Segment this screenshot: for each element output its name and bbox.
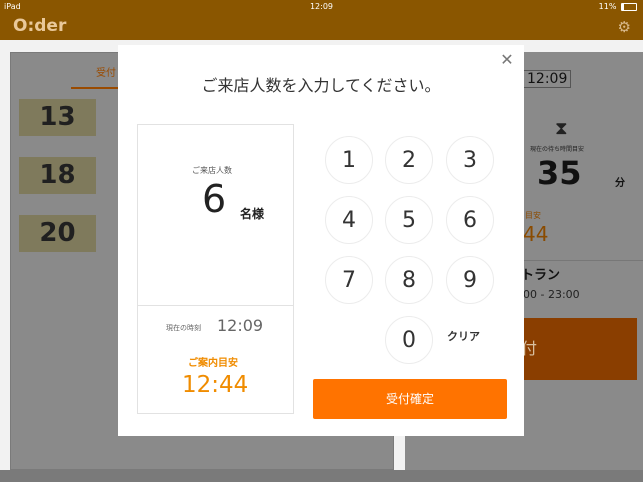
estimated-time-label: ご案内目安 [188,358,238,369]
close-button[interactable]: ✕ [498,51,516,69]
battery-icon [621,2,637,11]
keypad-key-1[interactable]: 1 [325,136,373,184]
app-screen: iPad 12:09 11% O:der ⚙ 受付 13 18 20 12:09… [0,0,643,482]
guide-value: 44 [523,222,549,246]
party-count-unit: 名様 [240,207,265,221]
divider [517,260,643,261]
battery-percent: 11% [598,2,617,11]
keypad-key-7[interactable]: 7 [325,256,373,304]
restaurant-name: トラン [521,268,561,283]
clear-button[interactable]: クリア [447,328,480,344]
keypad-key-6[interactable]: 6 [446,196,494,244]
status-time: 12:09 [309,2,334,11]
keypad-key-8[interactable]: 8 [385,256,433,304]
dialog-title: ご来店人数を入力してください。 [201,76,441,95]
wait-value: 35 [537,154,582,192]
keypad-key-2[interactable]: 2 [385,136,433,184]
hourglass-icon: ⧗ [555,118,568,139]
reception-button[interactable]: 付 [517,318,637,380]
keypad-key-0[interactable]: 0 [385,316,433,364]
app-logo: O:der [13,16,67,36]
current-time-value: 12:09 [217,316,264,335]
keypad-key-5[interactable]: 5 [385,196,433,244]
party-count-value: 6 [202,177,227,221]
battery-status: 11% [599,0,637,13]
wait-unit: 分 [615,178,625,189]
gear-icon[interactable]: ⚙ [618,18,631,36]
keypad-key-9[interactable]: 9 [446,256,494,304]
status-bar: iPad 12:09 11% [0,0,643,13]
queue-number[interactable]: 20 [19,215,96,252]
confirm-reception-button[interactable]: 受付確定 [313,379,507,419]
guide-label: 目安 [525,211,541,220]
close-icon: ✕ [500,50,514,69]
estimated-time-value: 12:44 [182,372,249,398]
current-time-display: 12:09 [523,70,572,88]
wait-caption: 現在の待ち時間目安 [530,146,585,153]
bottom-bar [0,470,643,482]
app-header: O:der ⚙ [0,13,643,40]
party-size-dialog: ✕ ご来店人数を入力してください。 ご来店人数 6 名様 現在の時刻 12:09… [118,45,524,436]
party-count-label: ご来店人数 [192,166,232,175]
party-count-section: ご来店人数 6 名様 [138,125,293,306]
keypad-key-4[interactable]: 4 [325,196,373,244]
keypad-key-3[interactable]: 3 [446,136,494,184]
party-summary-card: ご来店人数 6 名様 現在の時刻 12:09 ご案内目安 12:44 [137,124,294,414]
current-time-label: 現在の時刻 [166,324,201,332]
business-hours: 00 - 23:00 [523,288,580,301]
queue-number[interactable]: 18 [19,157,96,194]
queue-number[interactable]: 13 [19,99,96,136]
